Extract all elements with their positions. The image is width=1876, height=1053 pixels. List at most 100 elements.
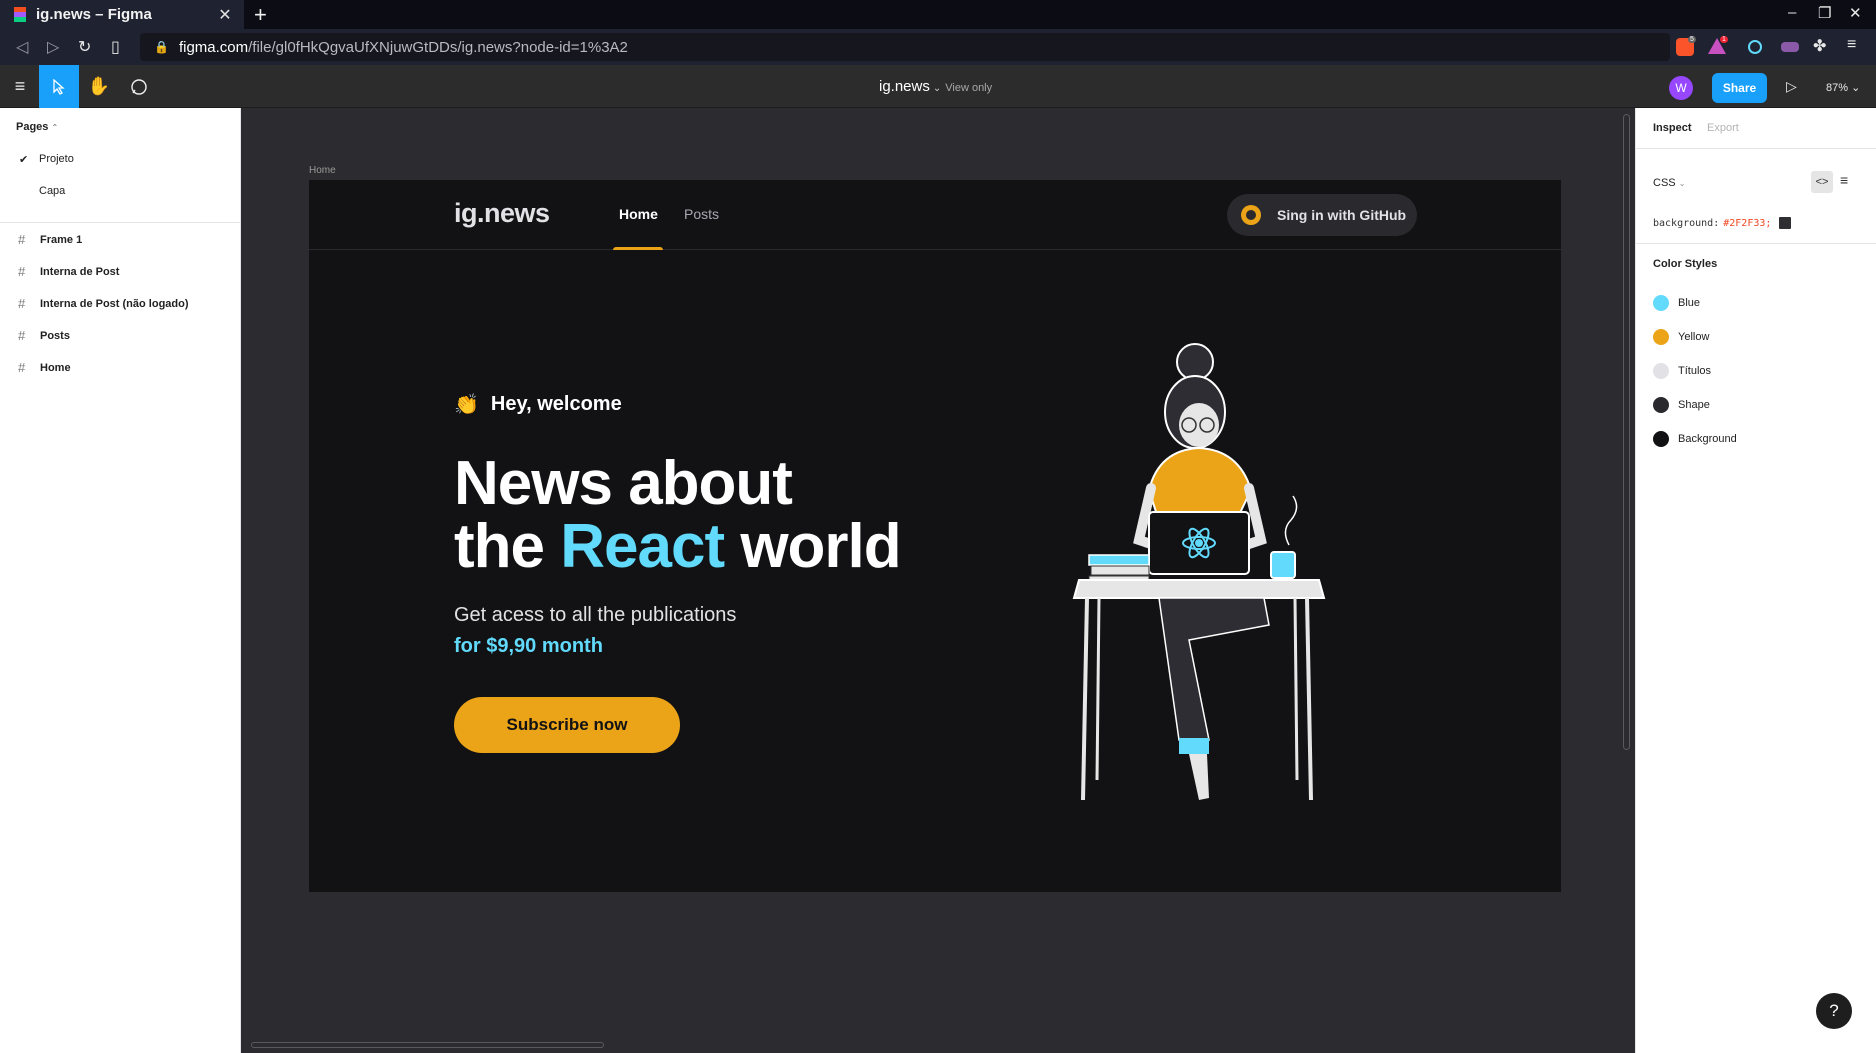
tab-export[interactable]: Export (1707, 122, 1739, 134)
badge-count: 1 (1720, 36, 1728, 43)
desk-leg (1293, 597, 1299, 781)
color-style-background[interactable]: Background (1653, 431, 1737, 447)
minimize-icon[interactable]: – (1788, 4, 1796, 21)
css-code-line[interactable]: background: #2F2F33; (1653, 217, 1792, 229)
nav-home: Home (619, 206, 658, 222)
color-dot (1653, 329, 1669, 345)
github-signin-label: Sing in with GitHub (1277, 207, 1407, 223)
divider (0, 222, 241, 223)
avatar[interactable]: W (1669, 76, 1693, 100)
main-menu-icon[interactable]: ≡ (0, 65, 40, 108)
frame-layer[interactable]: # Interna de Post (18, 264, 119, 279)
frame-layer-label: Frame 1 (40, 233, 83, 246)
react-devtools-icon[interactable] (1748, 40, 1762, 54)
frame-layer[interactable]: # Home (18, 360, 71, 375)
color-dot (1653, 431, 1669, 447)
forward-icon[interactable]: ▷ (47, 37, 59, 57)
restore-icon[interactable]: ❐ (1818, 4, 1831, 22)
figma-logo-icon (14, 6, 26, 23)
list-view-icon[interactable]: ≡ (1840, 172, 1848, 188)
pages-heading[interactable]: Pages ⌃ (16, 121, 58, 133)
desk-leg (1095, 597, 1101, 781)
color-style-titulos[interactable]: Títulos (1653, 363, 1711, 379)
design-canvas[interactable]: Home ig.news Home Posts Sing in with Git… (241, 108, 1635, 1053)
greeting-text: Hey, welcome (490, 393, 622, 415)
frame-layer-label: Home (40, 361, 71, 374)
page-item-projeto[interactable]: Projeto (39, 153, 74, 165)
color-style-label: Background (1678, 433, 1737, 445)
frame-label[interactable]: Home (309, 165, 336, 176)
github-signin-button: Sing in with GitHub (1227, 194, 1417, 236)
share-button[interactable]: Share (1712, 73, 1767, 103)
vertical-scrollbar[interactable] (1623, 114, 1630, 750)
color-dot (1653, 363, 1669, 379)
color-style-shape[interactable]: Shape (1653, 397, 1710, 413)
color-style-label: Blue (1678, 297, 1701, 309)
close-tab-icon[interactable]: ✕ (216, 5, 234, 25)
divider (1636, 243, 1876, 244)
new-tab-button[interactable]: + (254, 2, 267, 28)
book (1088, 554, 1150, 566)
move-tool-icon[interactable] (39, 65, 79, 108)
woman-legs (1158, 597, 1270, 741)
layers-panel: Pages ⌃ ✔ Projeto Capa # Frame 1 # Interna… (0, 108, 241, 1053)
pages-heading-label: Pages (16, 121, 49, 133)
headline-line1: News about (454, 449, 793, 518)
color-style-label: Shape (1678, 399, 1710, 411)
back-icon[interactable]: ◁ (16, 37, 28, 57)
browser-menu-icon[interactable]: ≡ (1847, 36, 1856, 54)
badge-count: 5 (1688, 36, 1696, 43)
code-view-icon[interactable]: <> (1811, 171, 1833, 193)
sock (1179, 738, 1209, 754)
color-dot (1653, 397, 1669, 413)
subscribe-button: Subscribe now (454, 697, 680, 753)
chevron-down-icon: ⌄ (1678, 179, 1686, 188)
url-host: figma.com (178, 38, 249, 56)
page-item-capa[interactable]: Capa (39, 185, 65, 197)
frame-layer[interactable]: # Frame 1 (18, 232, 82, 247)
face (1179, 403, 1219, 447)
color-dot (1653, 295, 1669, 311)
hand-tool-icon[interactable]: ✋ (79, 65, 119, 108)
reload-icon[interactable]: ↻ (78, 37, 91, 57)
color-swatch (1779, 217, 1792, 229)
desk-leg (1305, 597, 1313, 801)
zoom-dropdown[interactable]: 87% ⌄ (1826, 81, 1860, 94)
tab-inspect[interactable]: Inspect (1653, 122, 1692, 134)
frame-layer[interactable]: # Posts (18, 328, 70, 343)
browser-tab[interactable]: ig.news – Figma ✕ (0, 0, 244, 29)
book (1090, 565, 1150, 576)
home-frame[interactable]: ig.news Home Posts Sing in with GitHub 👏… (309, 180, 1561, 892)
css-value: #2F2F33; (1723, 217, 1772, 229)
hair-bun (1176, 343, 1214, 381)
close-window-icon[interactable]: ✕ (1849, 4, 1862, 22)
address-bar[interactable]: 🔒 figma.com/file/gl0fHkQgvaUfXNjuwGtDDs/… (140, 33, 1670, 61)
bookmark-icon[interactable]: ▯ (111, 37, 120, 57)
tab-title: ig.news – Figma (36, 6, 152, 23)
color-style-yellow[interactable]: Yellow (1653, 329, 1709, 345)
color-style-label: Títulos (1678, 365, 1712, 377)
chevron-down-icon: ⌄ (932, 83, 942, 94)
steam (1284, 495, 1298, 546)
frame-icon: # (18, 328, 26, 343)
css-property: background: (1653, 217, 1720, 229)
code-language-dropdown[interactable]: CSS ⌄ (1653, 177, 1685, 189)
frame-layer-label: Interna de Post (não logado) (40, 297, 189, 310)
file-title[interactable]: ig.news ⌄ View only (879, 78, 992, 95)
woman-with-laptop-illustration (1072, 343, 1326, 801)
horizontal-scrollbar[interactable] (251, 1042, 604, 1048)
greeting: 👏 Hey, welcome (454, 392, 622, 417)
subtitle-text: Get acess to all the publications (454, 604, 737, 626)
headline: News about the React world (454, 449, 902, 581)
present-play-icon[interactable]: ▷ (1786, 78, 1797, 95)
help-button[interactable]: ? (1816, 993, 1852, 1029)
comment-tool-icon[interactable] (119, 65, 159, 108)
clapping-hands-icon: 👏 (454, 394, 479, 416)
headline-the: the (454, 512, 561, 581)
divider (1636, 148, 1876, 149)
extension-icon[interactable] (1781, 42, 1799, 52)
frame-layer[interactable]: # Interna de Post (não logado) (18, 296, 189, 311)
code-language-label: CSS (1653, 177, 1676, 189)
color-style-blue[interactable]: Blue (1653, 295, 1700, 311)
extensions-puzzle-icon[interactable]: ✤ (1813, 36, 1826, 56)
